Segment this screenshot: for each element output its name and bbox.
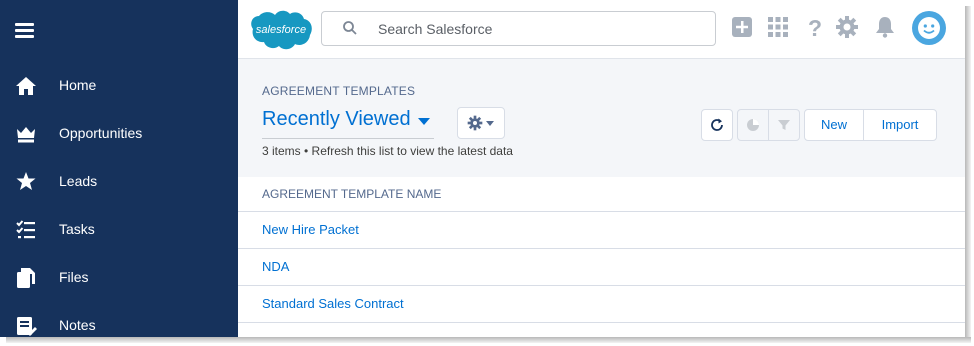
chart-icon — [747, 119, 759, 131]
sidebar-item-notes[interactable]: Notes — [0, 306, 238, 337]
column-header-label: AGREEMENT TEMPLATE NAME — [262, 187, 442, 201]
smiley-icon — [918, 17, 940, 39]
table-row: NDA — [238, 249, 965, 286]
sidebar-item-home[interactable]: Home — [0, 66, 238, 106]
list-status-text: 3 items • Refresh this list to view the … — [262, 144, 513, 158]
help-icon[interactable]: ? — [803, 15, 827, 39]
add-icon[interactable] — [730, 15, 754, 39]
setup-gear-icon[interactable] — [835, 15, 859, 39]
table-row: Standard Sales Contract — [238, 286, 965, 323]
filters-button[interactable] — [768, 109, 800, 141]
sidebar: Home Opportunities Leads Tasks Files Not… — [0, 0, 238, 337]
files-icon — [17, 268, 35, 288]
crown-icon — [17, 127, 35, 143]
charts-button[interactable] — [737, 109, 769, 141]
global-search — [321, 11, 716, 46]
chevron-down-icon[interactable] — [418, 118, 430, 125]
global-header: salesforce ? — [238, 0, 965, 59]
notes-icon — [17, 317, 37, 336]
window-shadow — [6, 337, 971, 343]
window-shadow — [965, 6, 971, 340]
sidebar-item-label: Opportunities — [59, 125, 143, 141]
star-person-icon — [16, 172, 36, 190]
table-row: New Hire Packet — [238, 212, 965, 249]
app-window: Home Opportunities Leads Tasks Files Not… — [0, 0, 965, 337]
record-link[interactable]: New Hire Packet — [262, 222, 359, 237]
import-button[interactable]: Import — [864, 110, 936, 140]
svg-text:salesforce: salesforce — [256, 24, 306, 36]
record-link[interactable]: Standard Sales Contract — [262, 296, 404, 311]
list-view-controls-button[interactable] — [457, 107, 505, 139]
sidebar-item-opportunities[interactable]: Opportunities — [0, 114, 238, 154]
filter-icon — [778, 120, 790, 130]
sidebar-item-label: Home — [59, 77, 97, 93]
list-actions: New Import — [804, 109, 937, 141]
sidebar-item-label: Files — [59, 269, 89, 285]
gear-icon — [467, 115, 483, 131]
list-table: AGREEMENT TEMPLATE NAME New Hire Packet … — [238, 177, 965, 323]
notifications-bell-icon[interactable] — [873, 15, 897, 39]
sidebar-item-files[interactable]: Files — [0, 258, 238, 298]
column-header[interactable]: AGREEMENT TEMPLATE NAME — [238, 177, 965, 212]
sidebar-item-label: Leads — [59, 173, 98, 189]
search-icon — [343, 21, 357, 35]
list-view-header: AGREEMENT TEMPLATES Recently Viewed 3 it… — [238, 59, 965, 178]
object-name: AGREEMENT TEMPLATES — [262, 84, 416, 98]
new-button[interactable]: New — [805, 110, 863, 140]
refresh-icon — [711, 118, 723, 131]
checklist-icon — [16, 220, 35, 239]
sidebar-item-leads[interactable]: Leads — [0, 162, 238, 202]
view-picker-underline — [262, 138, 434, 139]
user-avatar[interactable] — [912, 11, 946, 45]
sidebar-item-label: Tasks — [59, 221, 95, 237]
sidebar-item-tasks[interactable]: Tasks — [0, 210, 238, 250]
salesforce-logo[interactable]: salesforce — [248, 8, 314, 51]
sidebar-item-label: Notes — [59, 317, 96, 333]
menu-icon[interactable] — [15, 23, 34, 39]
svg-text:?: ? — [808, 15, 822, 39]
list-view-picker[interactable]: Recently Viewed — [262, 108, 411, 131]
app-launcher-icon[interactable] — [766, 15, 790, 39]
refresh-button[interactable] — [701, 109, 733, 141]
record-link[interactable]: NDA — [262, 259, 289, 274]
search-input[interactable] — [376, 18, 700, 40]
home-icon — [16, 77, 36, 95]
chevron-down-icon — [486, 121, 494, 126]
